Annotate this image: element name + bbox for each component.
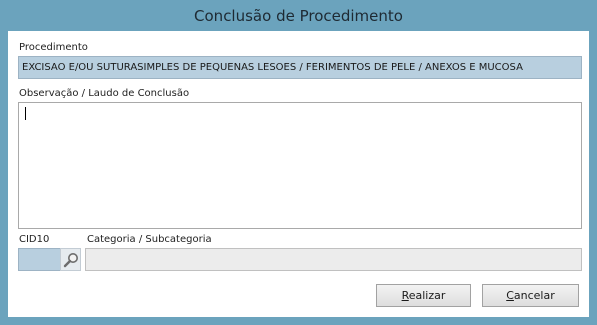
realizar-button-label: Realizar [401,289,446,302]
cid10-search-button[interactable] [60,248,81,271]
realizar-button[interactable]: Realizar [376,284,471,307]
cancelar-button-label: Cancelar [506,289,555,302]
cid10-input[interactable] [18,248,62,271]
procedimento-label: Procedimento [19,42,88,53]
dialog-content: Procedimento EXCISAO E/OU SUTURASIMPLES … [8,31,589,317]
procedimento-value: EXCISAO E/OU SUTURASIMPLES DE PEQUENAS L… [22,62,523,73]
procedimento-field: EXCISAO E/OU SUTURASIMPLES DE PEQUENAS L… [18,56,582,79]
categoria-label: Categoria / Subcategoria [87,234,212,245]
cancelar-button[interactable]: Cancelar [482,284,579,307]
window-title: Conclusão de Procedimento [194,6,403,25]
observacao-label: Observação / Laudo de Conclusão [19,88,190,99]
magnifier-icon [63,252,78,267]
categoria-field [85,248,582,271]
cid10-label: CID10 [19,234,50,245]
text-caret [25,107,26,120]
observacao-textarea[interactable] [18,102,582,229]
dialog-window: Conclusão de Procedimento Procedimento E… [0,0,597,325]
